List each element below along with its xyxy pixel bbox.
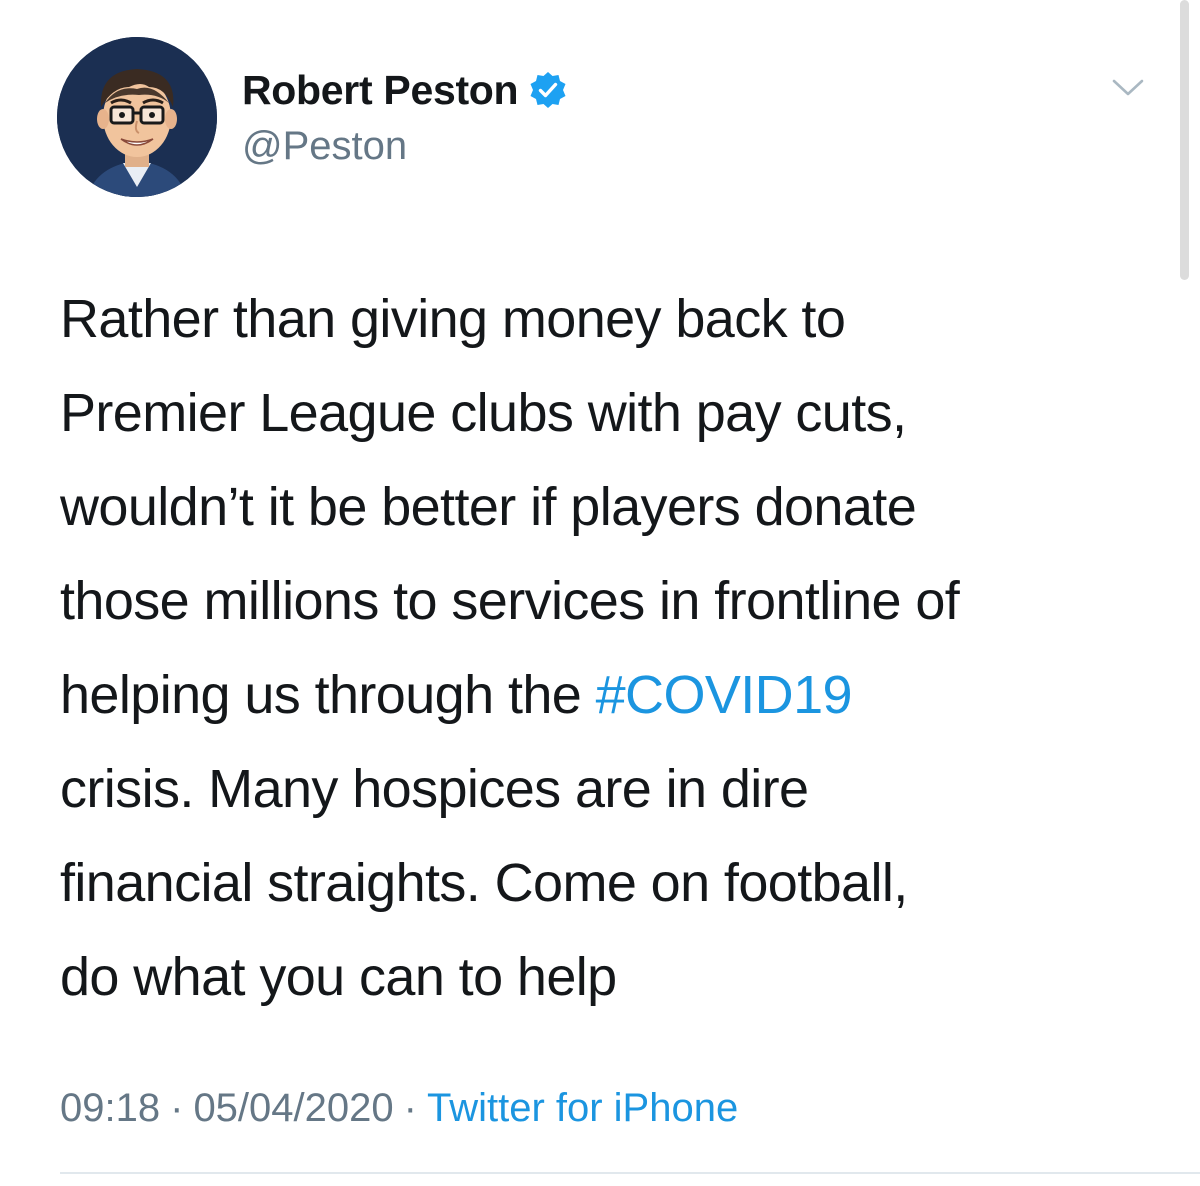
scrollbar[interactable]: [1180, 0, 1189, 280]
tweet-text: Rather than giving money back to Premier…: [60, 272, 1160, 1024]
meta-separator: ·: [403, 1086, 417, 1130]
tweet-text-line: Rather than giving money back to: [60, 289, 846, 349]
tweet-text-line: wouldn’t it be better if players donate: [60, 477, 917, 537]
meta-separator: ·: [170, 1086, 184, 1130]
tweet-menu-button[interactable]: [1110, 72, 1146, 102]
display-name[interactable]: Robert Peston: [242, 67, 519, 114]
tweet-text-line: crisis. Many hospices are in dire: [60, 759, 809, 819]
verified-badge-icon: [528, 70, 568, 110]
hashtag-link[interactable]: #COVID19: [596, 665, 853, 725]
avatar[interactable]: [57, 37, 217, 197]
tweet-time[interactable]: 09:18: [60, 1086, 160, 1130]
tweet-text-line: Premier League clubs with pay cuts,: [60, 383, 907, 443]
tweet-date[interactable]: 05/04/2020: [193, 1086, 393, 1130]
tweet-source-link[interactable]: Twitter for iPhone: [427, 1086, 738, 1130]
tweet-text-line: those millions to services in frontline …: [60, 571, 960, 631]
divider: [60, 1172, 1200, 1174]
author-block: Robert Peston @Peston: [242, 62, 568, 169]
tweet-text-segment: helping us through the: [60, 665, 596, 725]
cartoon-avatar-icon: [57, 37, 217, 197]
user-handle[interactable]: @Peston: [242, 124, 568, 169]
tweet-card: Robert Peston @Peston Rather than giving…: [0, 0, 1200, 1186]
tweet-text-line: do what you can to help: [60, 947, 617, 1007]
chevron-down-icon: [1112, 79, 1144, 96]
name-row: Robert Peston: [242, 62, 568, 118]
tweet-text-line-with-hashtag: helping us through the #COVID19: [60, 648, 1160, 742]
tweet-text-line: financial straights. Come on football,: [60, 853, 908, 913]
tweet-meta: 09:18 · 05/04/2020 · Twitter for iPhone: [60, 1086, 738, 1131]
